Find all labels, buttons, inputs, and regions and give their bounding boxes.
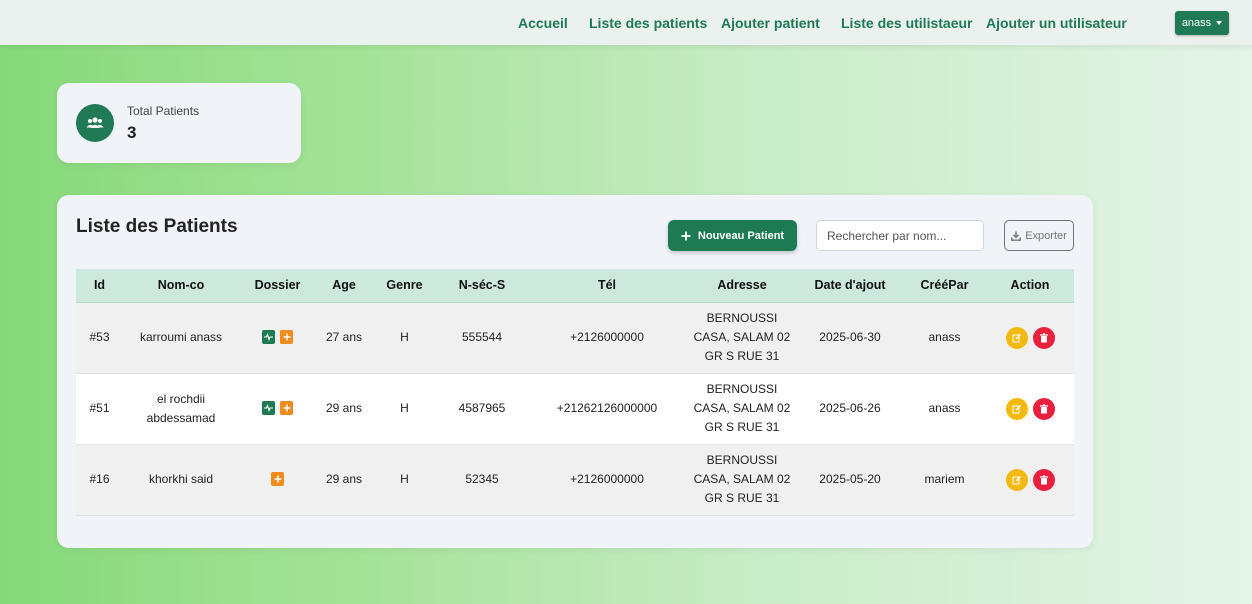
table-row: #51 el rochdii abdessamad 29 ans H 45879… [76, 373, 1074, 444]
cell-tel: +2126000000 [570, 472, 644, 486]
users-icon [76, 104, 114, 142]
nav-link-add-patient[interactable]: Ajouter patient [721, 15, 820, 31]
stat-label: Total Patients [127, 104, 200, 118]
cell-dossier [239, 302, 316, 373]
cell-id: #51 [89, 401, 110, 415]
plus-square-icon[interactable] [271, 472, 284, 486]
cell-creepar: anass [928, 330, 961, 344]
plus-square-icon[interactable] [280, 401, 293, 415]
cell-date: 2025-06-26 [819, 401, 881, 415]
nav-link-add-user[interactable]: Ajouter un utilisateur [986, 15, 1127, 31]
cell-age: 27 ans [325, 330, 363, 344]
export-button[interactable]: Exporter [1004, 220, 1074, 251]
column-header-dossier[interactable]: Dossier [239, 269, 316, 303]
table-header-row: Id Nom-co Dossier Age Genre N-séc-S Tél … [76, 269, 1074, 303]
patients-panel: Liste des Patients Nouveau Patient Expor… [57, 195, 1093, 548]
table-row: #53 karroumi anass 27 ans H 555544 +2126… [76, 302, 1074, 373]
table-row: #16 khorkhi said 29 ans H 52345 +2126000… [76, 444, 1074, 515]
cell-date: 2025-06-30 [819, 330, 881, 344]
cell-action [986, 444, 1074, 515]
patients-table: Id Nom-co Dossier Age Genre N-séc-S Tél … [76, 269, 1074, 516]
cell-name: karroumi anass [139, 330, 223, 344]
new-patient-button[interactable]: Nouveau Patient [668, 220, 797, 251]
plus-icon [681, 231, 691, 240]
total-patients-card: Total Patients 3 [57, 83, 301, 163]
cell-tel: +2126000000 [570, 330, 644, 344]
navbar: Accueil Liste des patients Ajouter patie… [0, 0, 1252, 45]
column-header-date[interactable]: Date d'ajout [797, 269, 903, 303]
column-header-action: Action [986, 269, 1074, 303]
file-medical-icon[interactable] [262, 330, 275, 344]
cell-action [986, 302, 1074, 373]
cell-tel: +21262126000000 [556, 401, 658, 415]
cell-creepar: mariem [924, 472, 965, 486]
cell-creepar: anass [928, 401, 961, 415]
nav-link-patients-list[interactable]: Liste des patients [589, 15, 707, 31]
edit-icon[interactable] [1005, 326, 1028, 349]
column-header-creepar[interactable]: CrééPar [903, 269, 986, 303]
column-header-tel[interactable]: Tél [527, 269, 687, 303]
stat-value: 3 [127, 123, 137, 142]
trash-icon[interactable] [1032, 397, 1055, 420]
column-header-age[interactable]: Age [316, 269, 372, 303]
trash-icon[interactable] [1032, 326, 1055, 349]
column-header-nsec[interactable]: N-séc-S [437, 269, 527, 303]
cell-genre: H [400, 401, 409, 415]
cell-genre: H [400, 472, 409, 486]
cell-name: khorkhi said [148, 472, 214, 486]
download-icon [1011, 231, 1022, 241]
cell-action [986, 373, 1074, 444]
caret-down-icon [1216, 21, 1223, 25]
new-patient-label: Nouveau Patient [697, 229, 785, 242]
cell-adresse: BERNOUSSI CASA, SALAM 02 GR S RUE 31 [693, 453, 791, 505]
cell-dossier [239, 373, 316, 444]
column-header-id[interactable]: Id [76, 269, 123, 303]
cell-id: #16 [89, 472, 110, 486]
panel-title: Liste des Patients [76, 216, 238, 237]
cell-genre: H [400, 330, 409, 344]
user-name: anass [1181, 17, 1212, 29]
search-input[interactable] [816, 220, 984, 251]
cell-id: #53 [89, 330, 110, 344]
user-dropdown-button[interactable]: anass [1175, 11, 1229, 35]
column-header-genre[interactable]: Genre [372, 269, 437, 303]
file-medical-icon[interactable] [262, 401, 275, 415]
column-header-name[interactable]: Nom-co [123, 269, 239, 303]
cell-age: 29 ans [325, 472, 363, 486]
column-header-adresse[interactable]: Adresse [687, 269, 797, 303]
export-label: Exporter [1025, 229, 1067, 242]
cell-nsec: 555544 [461, 330, 503, 344]
cell-nsec: 4587965 [458, 401, 506, 415]
plus-square-icon[interactable] [280, 330, 293, 344]
cell-adresse: BERNOUSSI CASA, SALAM 02 GR S RUE 31 [693, 311, 791, 363]
nav-link-users-list[interactable]: Liste des utilistaeur [841, 15, 972, 31]
edit-icon[interactable] [1005, 468, 1028, 491]
nav-link-accueil[interactable]: Accueil [518, 15, 568, 31]
cell-name: el rochdii abdessamad [146, 391, 216, 425]
cell-dossier [239, 444, 316, 515]
cell-date: 2025-05-20 [819, 472, 881, 486]
cell-adresse: BERNOUSSI CASA, SALAM 02 GR S RUE 31 [693, 382, 791, 434]
cell-age: 29 ans [325, 401, 363, 415]
trash-icon[interactable] [1032, 468, 1055, 491]
edit-icon[interactable] [1005, 397, 1028, 420]
cell-nsec: 52345 [465, 472, 499, 486]
